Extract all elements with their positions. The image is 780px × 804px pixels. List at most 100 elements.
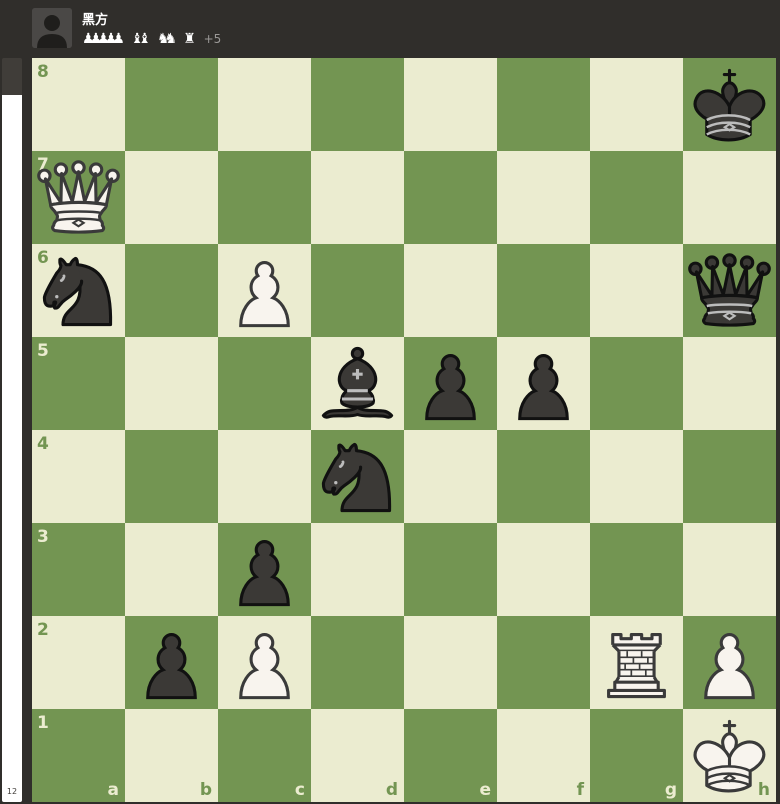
square-c3[interactable] — [218, 523, 311, 616]
square-e5[interactable] — [404, 337, 497, 430]
square-a5[interactable]: 5 — [32, 337, 125, 430]
square-d1[interactable]: d — [311, 709, 404, 802]
captured-bishop-group: ♝ ♝ — [131, 31, 151, 47]
square-d4[interactable] — [311, 430, 404, 523]
black-knight-icon[interactable] — [311, 430, 404, 523]
square-b2[interactable] — [125, 616, 218, 709]
white-king-icon[interactable] — [683, 709, 776, 802]
square-h8[interactable] — [683, 58, 776, 151]
square-b1[interactable]: b — [125, 709, 218, 802]
rank-label-4: 4 — [37, 434, 49, 454]
square-b3[interactable] — [125, 523, 218, 616]
material-advantage: +5 — [203, 32, 222, 46]
white-pawn-icon[interactable] — [218, 616, 311, 709]
square-c4[interactable] — [218, 430, 311, 523]
square-g1[interactable]: g — [590, 709, 683, 802]
square-d5[interactable] — [311, 337, 404, 430]
square-d8[interactable] — [311, 58, 404, 151]
square-a8[interactable]: 8 — [32, 58, 125, 151]
square-a4[interactable]: 4 — [32, 430, 125, 523]
square-e2[interactable] — [404, 616, 497, 709]
square-d3[interactable] — [311, 523, 404, 616]
square-g8[interactable] — [590, 58, 683, 151]
square-c8[interactable] — [218, 58, 311, 151]
chessboard[interactable]: 8 7 6 5 4 3 2 1 a b c d e f g h — [32, 58, 776, 802]
square-g7[interactable] — [590, 151, 683, 244]
file-label-e: e — [479, 780, 491, 800]
black-pawn-icon[interactable] — [497, 337, 590, 430]
captured-pieces: ♟ ♟ ♟ ♟ ♟ ♝ ♝ ♞ ♞ ♜ +5 — [82, 30, 221, 48]
square-b5[interactable] — [125, 337, 218, 430]
evaluation-score: 12 — [6, 787, 18, 796]
square-e8[interactable] — [404, 58, 497, 151]
square-g6[interactable] — [590, 244, 683, 337]
white-pawn-icon[interactable] — [218, 244, 311, 337]
white-pawn-icon[interactable] — [683, 616, 776, 709]
square-e6[interactable] — [404, 244, 497, 337]
black-pawn-icon[interactable] — [125, 616, 218, 709]
player-bar: 黑方 ♟ ♟ ♟ ♟ ♟ ♝ ♝ ♞ ♞ ♜ +5 — [0, 0, 780, 58]
black-queen-icon[interactable] — [683, 244, 776, 337]
square-c1[interactable]: c — [218, 709, 311, 802]
square-a2[interactable]: 2 — [32, 616, 125, 709]
captured-rook-group: ♜ — [183, 31, 196, 47]
square-c7[interactable] — [218, 151, 311, 244]
black-king-icon[interactable] — [683, 58, 776, 151]
square-c6[interactable] — [218, 244, 311, 337]
square-h5[interactable] — [683, 337, 776, 430]
square-f4[interactable] — [497, 430, 590, 523]
square-h7[interactable] — [683, 151, 776, 244]
square-h6[interactable] — [683, 244, 776, 337]
square-f2[interactable] — [497, 616, 590, 709]
square-a1[interactable]: 1a — [32, 709, 125, 802]
rank-label-5: 5 — [37, 341, 49, 361]
square-e3[interactable] — [404, 523, 497, 616]
square-f1[interactable]: f — [497, 709, 590, 802]
rank-label-8: 8 — [37, 62, 49, 82]
square-d6[interactable] — [311, 244, 404, 337]
square-f5[interactable] — [497, 337, 590, 430]
square-b4[interactable] — [125, 430, 218, 523]
square-h1[interactable]: h — [683, 709, 776, 802]
square-f7[interactable] — [497, 151, 590, 244]
player-name[interactable]: 黑方 — [82, 9, 108, 28]
evaluation-bar: 12 — [2, 58, 22, 802]
square-d7[interactable] — [311, 151, 404, 244]
square-a7[interactable]: 7 — [32, 151, 125, 244]
square-e1[interactable]: e — [404, 709, 497, 802]
square-b6[interactable] — [125, 244, 218, 337]
black-bishop-icon[interactable] — [311, 337, 404, 430]
white-rook-icon[interactable] — [590, 616, 683, 709]
square-a6[interactable]: 6 — [32, 244, 125, 337]
square-g2[interactable] — [590, 616, 683, 709]
square-h4[interactable] — [683, 430, 776, 523]
square-d2[interactable] — [311, 616, 404, 709]
square-g3[interactable] — [590, 523, 683, 616]
square-f8[interactable] — [497, 58, 590, 151]
square-c2[interactable] — [218, 616, 311, 709]
captured-rook-icon: ♜ — [183, 31, 196, 47]
avatar[interactable] — [32, 8, 72, 48]
square-g5[interactable] — [590, 337, 683, 430]
black-knight-icon[interactable] — [32, 244, 125, 337]
rank-label-2: 2 — [37, 620, 49, 640]
file-label-c: c — [294, 780, 305, 800]
square-a3[interactable]: 3 — [32, 523, 125, 616]
rank-label-1: 1 — [37, 713, 49, 733]
square-e4[interactable] — [404, 430, 497, 523]
square-h2[interactable] — [683, 616, 776, 709]
square-c5[interactable] — [218, 337, 311, 430]
square-g4[interactable] — [590, 430, 683, 523]
captured-pawn-icon: ♟ — [112, 31, 125, 47]
white-queen-icon[interactable] — [32, 151, 125, 244]
black-pawn-icon[interactable] — [218, 523, 311, 616]
square-b7[interactable] — [125, 151, 218, 244]
square-f3[interactable] — [497, 523, 590, 616]
square-h3[interactable] — [683, 523, 776, 616]
square-e7[interactable] — [404, 151, 497, 244]
square-b8[interactable] — [125, 58, 218, 151]
user-silhouette-icon — [32, 8, 72, 48]
square-f6[interactable] — [497, 244, 590, 337]
evaluation-bar-white — [2, 95, 22, 802]
black-pawn-icon[interactable] — [404, 337, 497, 430]
